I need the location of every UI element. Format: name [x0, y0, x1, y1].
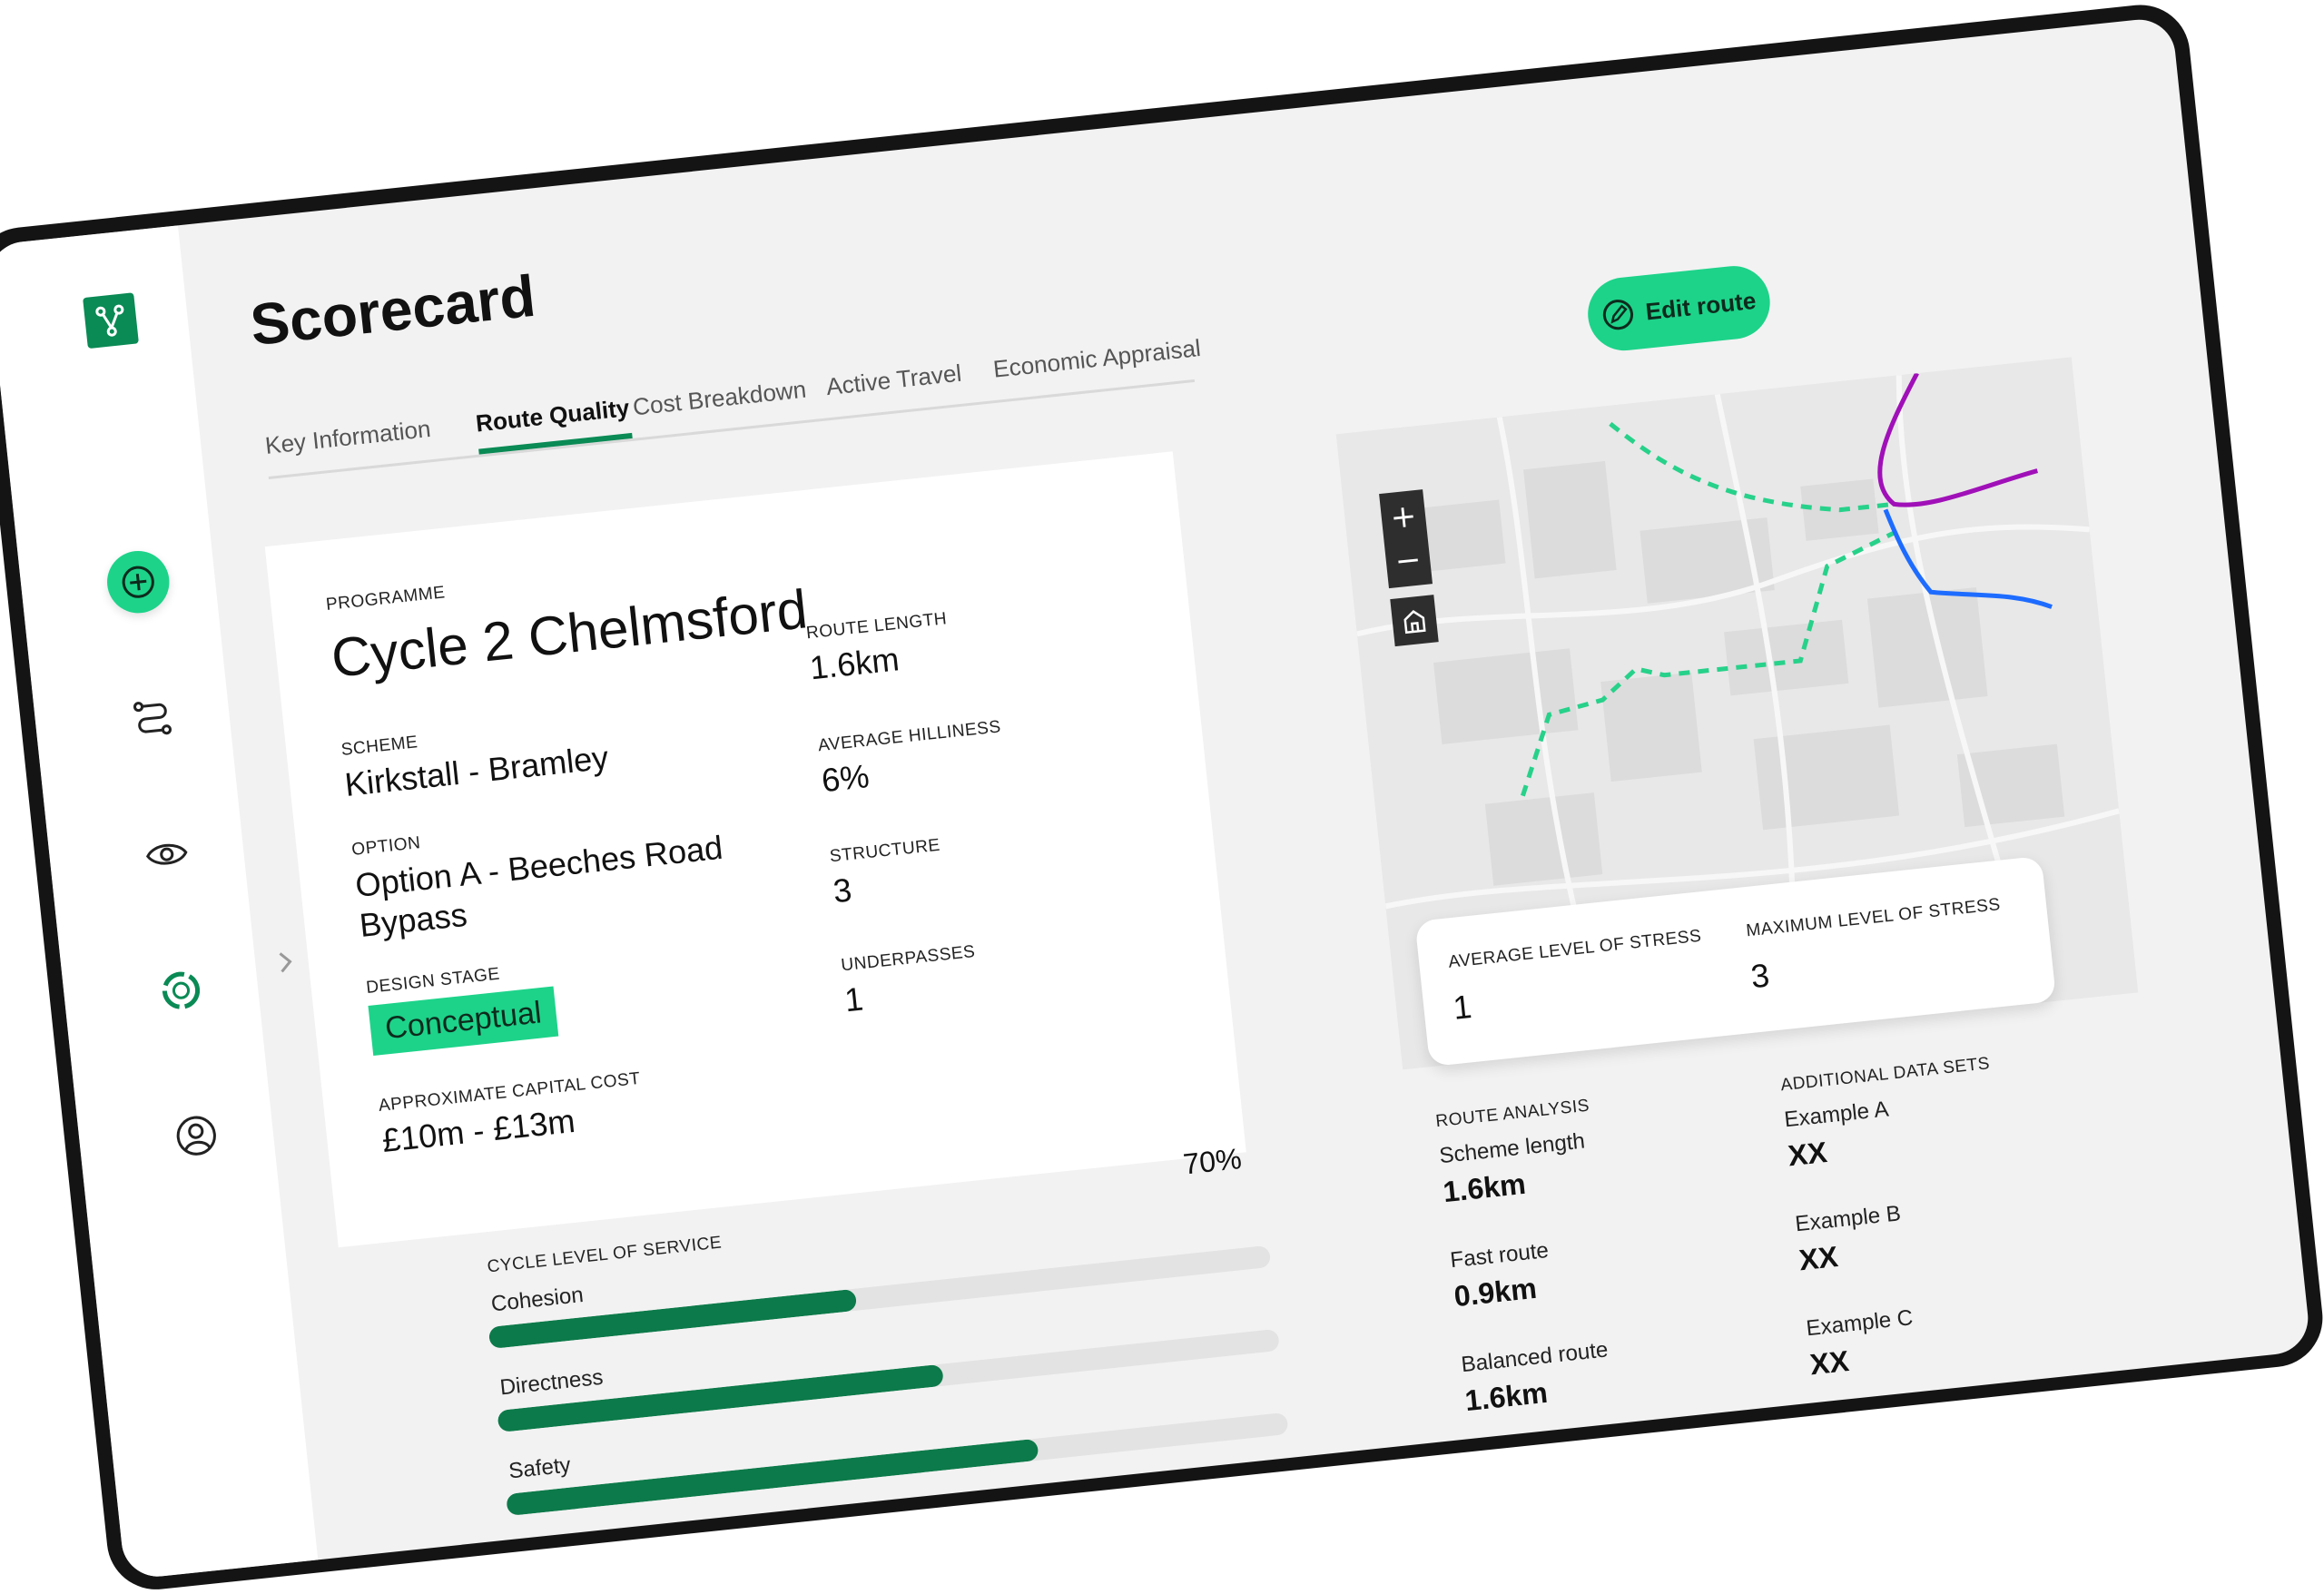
route-analysis-value: 1.6km [1462, 1375, 1550, 1418]
option-label: Option [350, 833, 422, 860]
stress-max-label: Maximum level of stress [1745, 895, 2002, 941]
route-analysis-name: Scheme length [1438, 1128, 1587, 1169]
underpasses-label: Underpasses [840, 941, 977, 976]
tab-key-information[interactable]: Key Information [263, 408, 434, 477]
branch-logo-icon[interactable] [83, 292, 139, 349]
tab-economic-appraisal[interactable]: Economic Appraisal [991, 328, 1204, 400]
scorecard-icon[interactable] [147, 957, 215, 1025]
home-icon [1403, 610, 1426, 635]
home-extent-button[interactable] [1390, 595, 1439, 647]
programme-label: Programme [325, 583, 447, 615]
route-length-label: Route length [805, 609, 949, 644]
bar-name-safety: Safety [507, 1452, 572, 1484]
design-stage-badge: Conceptual [368, 986, 559, 1056]
eye-icon[interactable] [133, 821, 201, 889]
cycle-service-label: Cycle level of service [486, 1233, 724, 1277]
additional-data-name: Example C [1805, 1304, 1915, 1342]
structure-value: 3 [831, 871, 854, 910]
edit-route-button[interactable]: Edit route [1584, 262, 1774, 355]
add-circle-icon[interactable] [103, 547, 172, 616]
route-length-value: 1.6km [808, 640, 901, 687]
bar-name-cohesion: Cohesion [489, 1282, 585, 1317]
app-screen: Scorecard Edit route Key Information Rou… [0, 15, 2312, 1580]
additional-data-value: XX [1807, 1343, 1851, 1382]
page-title: Scorecard [247, 262, 539, 359]
tab-route-quality[interactable]: Route Quality [473, 387, 633, 455]
route-analysis-label: Route analysis [1434, 1096, 1590, 1132]
tab-cost-breakdown[interactable]: Cost Breakdown [631, 369, 810, 438]
route-icon[interactable] [118, 684, 186, 753]
structure-label: Structure [828, 835, 941, 867]
edit-pencil-icon [1603, 300, 1634, 330]
zoom-in-button[interactable]: + [1388, 494, 1419, 540]
bar-name-directness: Directness [498, 1364, 605, 1401]
underpasses-value: 1 [842, 979, 865, 1019]
additional-data-label: Additional data sets [1779, 1054, 1991, 1096]
edit-route-label: Edit route [1644, 286, 1758, 325]
stress-avg-value: 1 [1451, 987, 1473, 1027]
route-analysis-value: 1.6km [1441, 1166, 1528, 1209]
cycle-service-overall-percent: 70% [1181, 1141, 1244, 1181]
route-analysis-value: 0.9km [1452, 1271, 1539, 1314]
stress-max-value: 3 [1748, 956, 1771, 996]
hilliness-value: 6% [820, 756, 872, 800]
hilliness-label: Average hilliness [817, 717, 1002, 756]
route-info-card: Programme Cycle 2 Chelmsford Scheme Kirk… [264, 451, 1246, 1248]
tab-active-travel[interactable]: Active Travel [824, 352, 965, 418]
scheme-label: Scheme [340, 733, 419, 760]
additional-data-value: XX [1786, 1135, 1829, 1173]
route-analysis-name: Fast route [1449, 1237, 1551, 1274]
tablet-device: Scorecard Edit route Key Information Rou… [0, 0, 2324, 1594]
additional-data-name: Example A [1783, 1097, 1890, 1133]
route-analysis-name: Balanced route [1460, 1337, 1610, 1378]
additional-data-value: XX [1797, 1239, 1840, 1277]
zoom-out-button[interactable]: − [1393, 537, 1423, 584]
expand-sidebar-chevron-icon[interactable] [271, 947, 300, 977]
additional-data-name: Example B [1794, 1201, 1903, 1237]
tab-bar: Key Information Route Quality Cost Break… [262, 320, 1202, 480]
user-icon[interactable] [162, 1102, 231, 1170]
stress-avg-label: Average level of stress [1447, 926, 1703, 972]
directness-bar-track [497, 1328, 1280, 1433]
